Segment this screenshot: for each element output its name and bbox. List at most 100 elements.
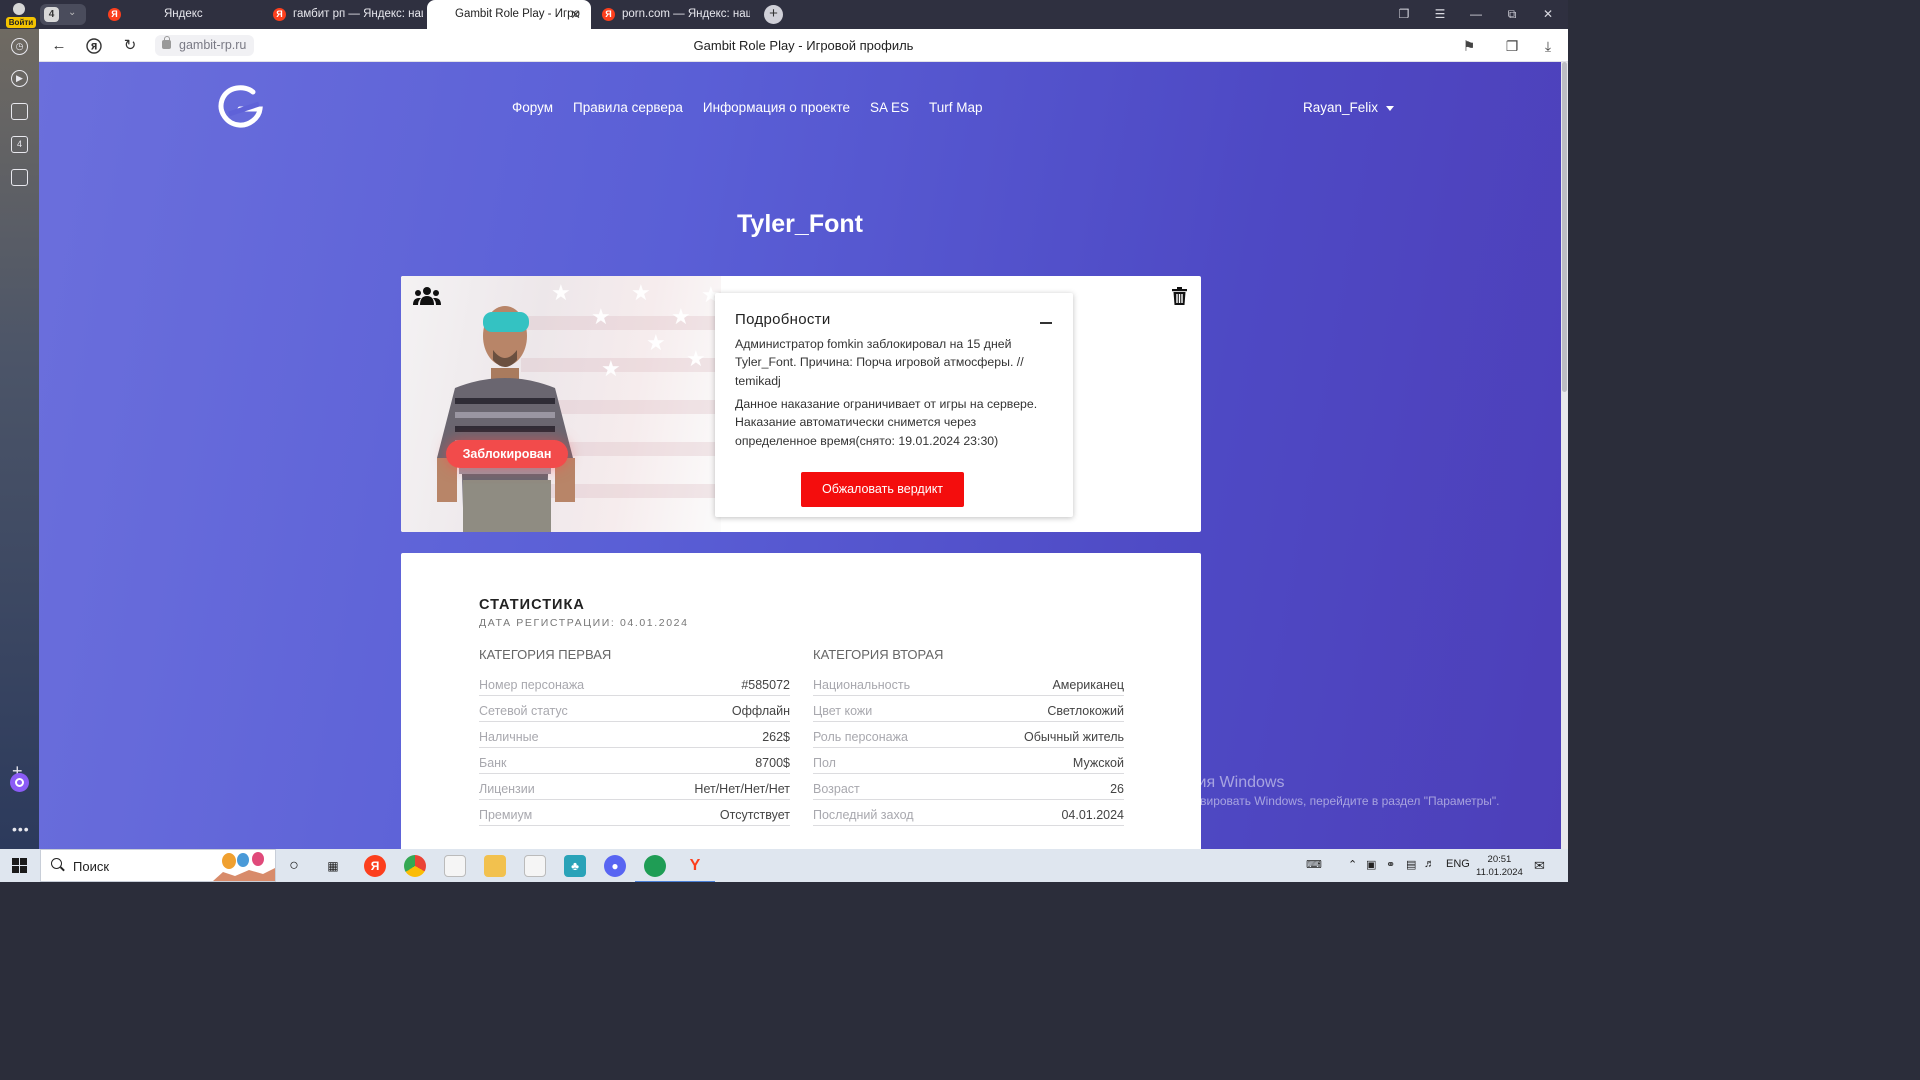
stat-key: Наличные (479, 730, 545, 744)
reload-icon[interactable]: ↻ (119, 35, 141, 57)
minimize-icon[interactable]: — (1458, 0, 1494, 29)
windows-start-icon[interactable] (12, 858, 27, 873)
microphone-icon[interactable]: ⚭ (1386, 858, 1395, 871)
stat-row: Лицензии Нет/Нет/Нет/Нет (479, 782, 790, 802)
clock-date: 11.01.2024 (1476, 867, 1523, 878)
stat-value: 26 (1104, 782, 1124, 796)
close-window-icon[interactable]: ✕ (1530, 0, 1566, 29)
stat-key: Цвет кожи (813, 704, 879, 718)
nav-forum[interactable]: Форум (512, 100, 553, 115)
site-nav: Форум Правила сервера Информация о проекте… (512, 100, 1003, 120)
download-icon[interactable]: ⤓ (1537, 35, 1559, 57)
tray-up-icon[interactable]: ⌃ (1348, 858, 1357, 871)
stat-row: Пол Мужской (813, 756, 1124, 776)
ban-description: Администратор fomkin заблокировал на 15 … (735, 337, 1024, 388)
windows-activation-title: Активация Windows (1137, 774, 1285, 791)
address-bar: ← Я ↻ gambit-rp.ru Gambit Role Play - Иг… (39, 29, 1568, 62)
page-scrollbar[interactable] (1561, 62, 1568, 849)
nav-sa-es[interactable]: SA ES (870, 100, 909, 115)
stat-key: Сетевой статус (479, 704, 574, 718)
bookmark-icon[interactable]: ⚑ (1458, 35, 1480, 57)
play-icon[interactable]: ▶ (11, 70, 28, 87)
document-icon[interactable] (524, 855, 546, 877)
app-icon[interactable]: ♣ (564, 855, 586, 877)
statistics-title: СТАТИСТИКА (479, 597, 585, 613)
scrollbar-thumb[interactable] (1562, 62, 1567, 392)
yandex-icon[interactable]: Y (675, 855, 715, 882)
profile-button[interactable]: Войти (4, 2, 36, 28)
user-name: Rayan_Felix (1303, 100, 1379, 115)
stat-key: Возраст (813, 782, 866, 796)
back-icon[interactable]: ← (48, 35, 70, 57)
yandex-favicon: Я (602, 8, 615, 21)
yandex-browser-taskbar-icon[interactable]: Я (364, 855, 386, 877)
device-icon[interactable]: ▣ (1366, 858, 1376, 871)
tab-gambit-profile[interactable]: Gambit Role Play - Игро ✕ (427, 0, 591, 29)
stat-value: 262$ (756, 730, 790, 744)
lock-icon (162, 36, 171, 49)
alice-assistant-icon[interactable] (10, 773, 29, 792)
browser-tab-strip: Войти 4 ⌄ Я Яндекс Я гамбит рп — Яндекс:… (0, 0, 1568, 29)
collapse-icon[interactable] (1040, 322, 1052, 324)
yandex-favicon: Я (108, 8, 121, 21)
statistics-card: СТАТИСТИКА ДАТА РЕГИСТРАЦИИ: 04.01.2024 … (401, 553, 1201, 849)
clock[interactable]: 20:51 11.01.2024 (1476, 853, 1523, 879)
stat-row: Сетевой статус Оффлайн (479, 704, 790, 724)
character-skin-image (437, 306, 575, 532)
tab-gambit-search[interactable]: Я гамбит рп — Яндекс: нашл (263, 0, 423, 29)
stat-value: Мужской (1066, 756, 1124, 770)
stat-key: Роль персонажа (813, 730, 914, 744)
nav-info[interactable]: Информация о проекте (703, 100, 850, 115)
collections-icon[interactable]: ❐ (1386, 0, 1422, 29)
yandex-logo-icon[interactable]: Я (83, 35, 105, 57)
player-name: Tyler_Font (737, 210, 863, 238)
stat-key: Пол (813, 756, 842, 770)
new-tab-button[interactable]: + (764, 5, 783, 24)
close-tab-icon[interactable]: ✕ (570, 0, 581, 29)
network-icon[interactable]: ▤ (1406, 858, 1416, 871)
balloons-image-icon (213, 852, 275, 881)
stat-value: Отсутствует (713, 808, 790, 822)
taskbar-search[interactable]: Поиск (40, 849, 276, 882)
search-placeholder: Поиск (73, 859, 110, 874)
notifications-icon[interactable]: ✉ (1534, 858, 1545, 874)
restore-icon[interactable]: ⧉ (1494, 0, 1530, 29)
search-icon (51, 858, 62, 869)
more-icon[interactable]: ••• (12, 821, 30, 837)
gambit-logo-icon[interactable] (215, 84, 265, 130)
stat-row: Цвет кожи Светлокожий (813, 704, 1124, 724)
file-explorer-icon[interactable] (484, 855, 506, 877)
tab-counter-button[interactable]: 4 ⌄ (40, 4, 86, 25)
chrome-icon[interactable] (404, 855, 426, 877)
stat-value: Оффлайн (725, 704, 790, 718)
stat-value: Американец (1046, 678, 1124, 692)
cortana-icon[interactable]: ○ (283, 855, 305, 877)
url-field[interactable]: gambit-rp.ru (155, 35, 255, 56)
nav-rules[interactable]: Правила сервера (573, 100, 683, 115)
svg-text:Я: Я (91, 43, 98, 53)
tab-yandex[interactable]: Я Яндекс (98, 0, 260, 29)
history-icon[interactable]: ◷ (11, 38, 28, 55)
language-indicator[interactable]: ENG (1446, 858, 1470, 870)
trash-icon[interactable] (1172, 287, 1187, 305)
windows-taskbar: Поиск ○ ▦ Я ♣ ● Y ⌨ ⌃ ▣ ⚭ ▤ ♬ ENG 20:51 … (0, 849, 1568, 882)
launcher-icon[interactable] (635, 855, 675, 882)
tab-search-2[interactable]: Я porn.com — Яндекс: нашл (592, 0, 750, 29)
file-icon[interactable] (444, 855, 466, 877)
appeal-verdict-button[interactable]: Обжаловать вердикт (801, 472, 964, 507)
task-view-icon[interactable]: ▦ (322, 855, 344, 877)
reading-list-icon[interactable]: ❐ (1501, 35, 1523, 57)
discord-icon[interactable]: ● (604, 855, 626, 877)
keyboard-icon[interactable]: ⌨ (1306, 858, 1322, 871)
character-banner: ★ ★ ★ ★ ★ ★ ★ ★ Заблокирован (401, 276, 721, 532)
collections-icon[interactable] (11, 103, 28, 120)
tabs-counter-icon[interactable]: 4 (11, 136, 28, 153)
user-menu[interactable]: Rayan_Felix (1303, 100, 1395, 115)
volume-icon[interactable]: ♬ (1424, 858, 1435, 870)
url-text: gambit-rp.ru (179, 38, 247, 52)
nav-turf-map[interactable]: Turf Map (929, 100, 983, 115)
stat-value: 04.01.2024 (1055, 808, 1124, 822)
menu-icon[interactable]: ☰ (1422, 0, 1458, 29)
tab-count: 4 (44, 7, 59, 22)
screenshot-icon[interactable] (11, 169, 28, 186)
